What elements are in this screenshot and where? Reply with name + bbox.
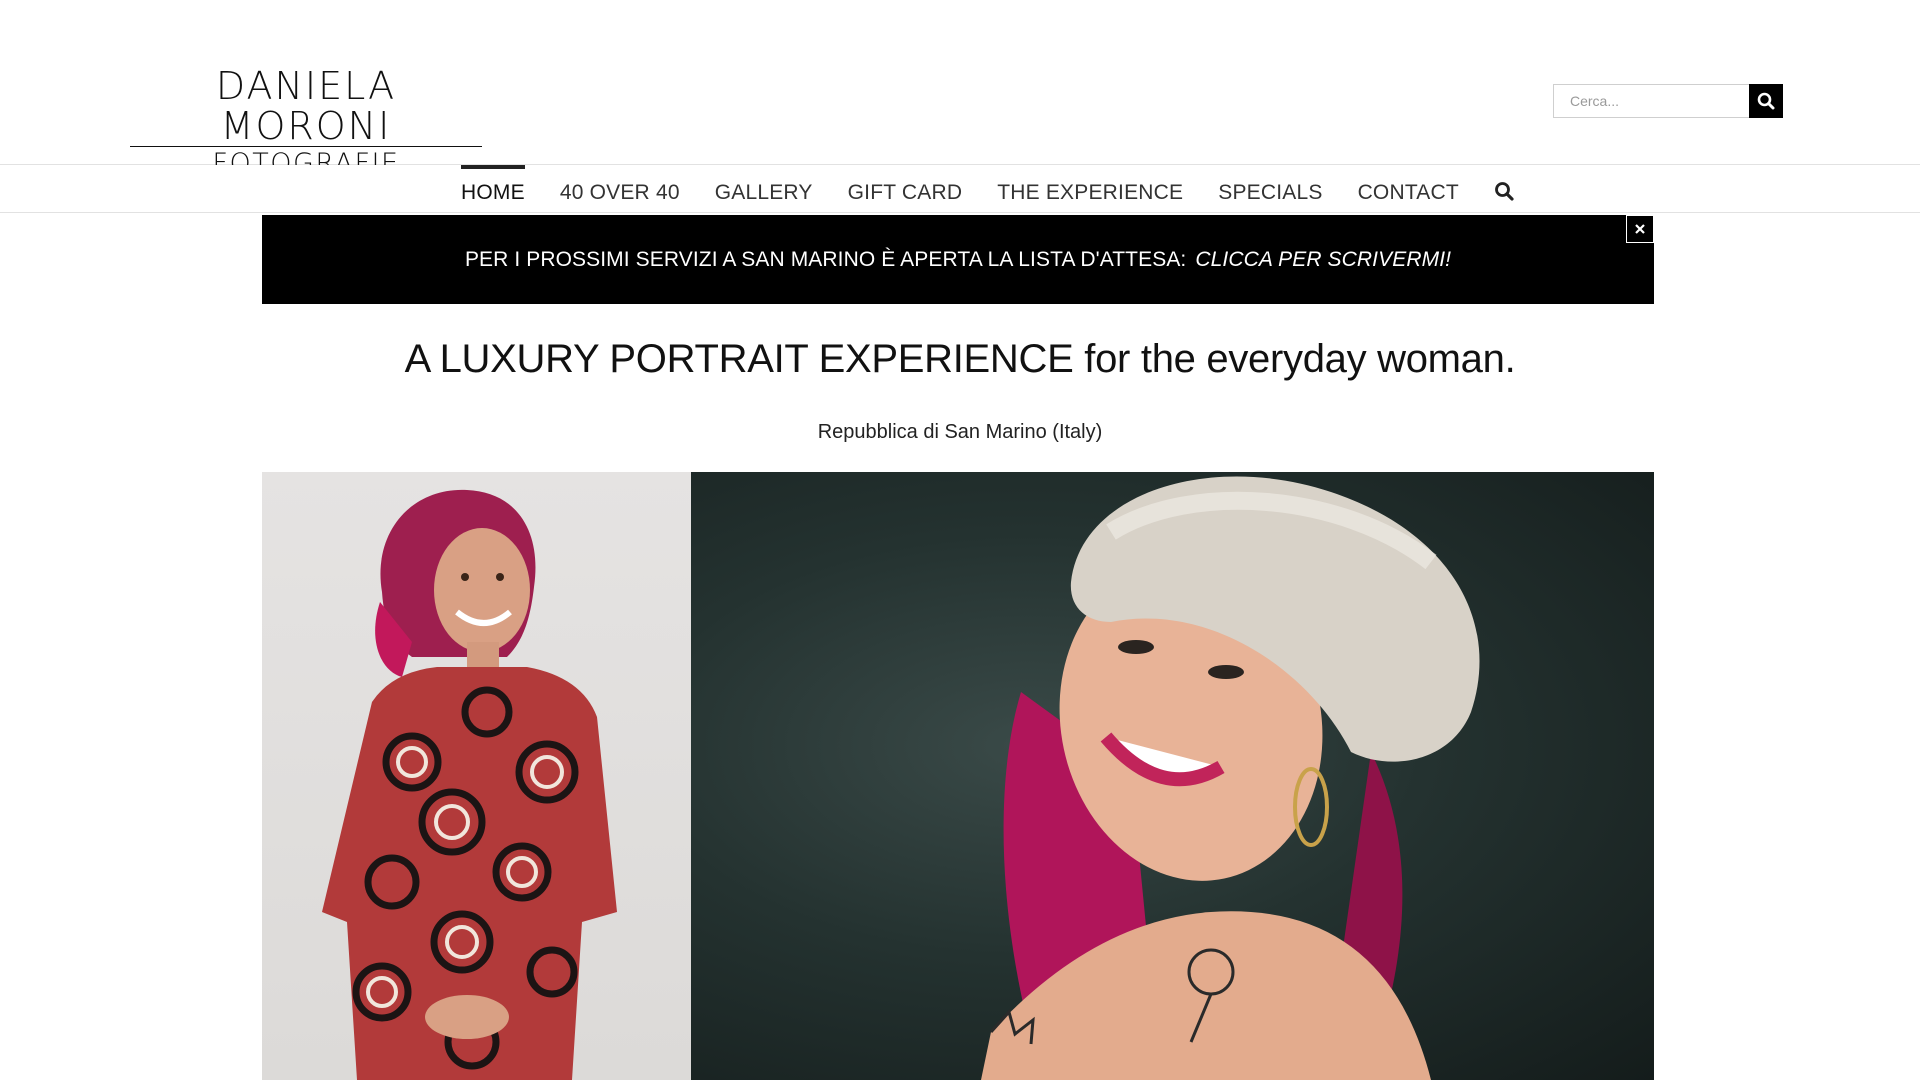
nav-item-gift-card[interactable]: GIFT CARD xyxy=(848,165,963,213)
portrait-photo-standing xyxy=(262,472,691,1080)
hero-photos xyxy=(262,472,1654,1080)
search-icon xyxy=(1757,92,1775,110)
nav-item-the-experience[interactable]: THE EXPERIENCE xyxy=(997,165,1183,213)
portrait-photo-fur-hat xyxy=(691,472,1654,1080)
logo-name: DANIELA MORONI xyxy=(130,66,482,147)
nav-item-gallery[interactable]: GALLERY xyxy=(715,165,813,213)
nav-item-specials[interactable]: SPECIALS xyxy=(1218,165,1322,213)
hero-location: Repubblica di San Marino (Italy) xyxy=(817,421,1103,443)
hero-headline: A LUXURY PORTRAIT EXPERIENCE for the eve… xyxy=(404,337,1516,381)
banner-link[interactable]: CLICCA PER SCRIVERMI! xyxy=(1195,248,1451,272)
nav-item-contact[interactable]: CONTACT xyxy=(1358,165,1459,213)
search-button[interactable] xyxy=(1749,84,1783,118)
site-logo[interactable]: DANIELA MORONI FOTOGRAFIE xyxy=(130,66,482,179)
nav-search-button[interactable] xyxy=(1494,165,1514,213)
search-icon xyxy=(1495,182,1514,201)
banner-text: PER I PROSSIMI SERVIZI A SAN MARINO È AP… xyxy=(464,247,1187,271)
search-input[interactable] xyxy=(1553,84,1749,118)
main-navigation: HOME 40 OVER 40 GALLERY GIFT CARD THE EX… xyxy=(0,165,1920,213)
nav-item-40-over-40[interactable]: 40 OVER 40 xyxy=(560,165,680,213)
header-search xyxy=(1553,84,1783,118)
site-header: DANIELA MORONI FOTOGRAFIE xyxy=(0,0,1920,179)
nav-item-home[interactable]: HOME xyxy=(461,165,525,213)
announcement-banner: PER I PROSSIMI SERVIZI A SAN MARINO È AP… xyxy=(262,215,1654,304)
banner-close-button[interactable] xyxy=(1626,215,1654,243)
close-icon xyxy=(1635,224,1645,234)
